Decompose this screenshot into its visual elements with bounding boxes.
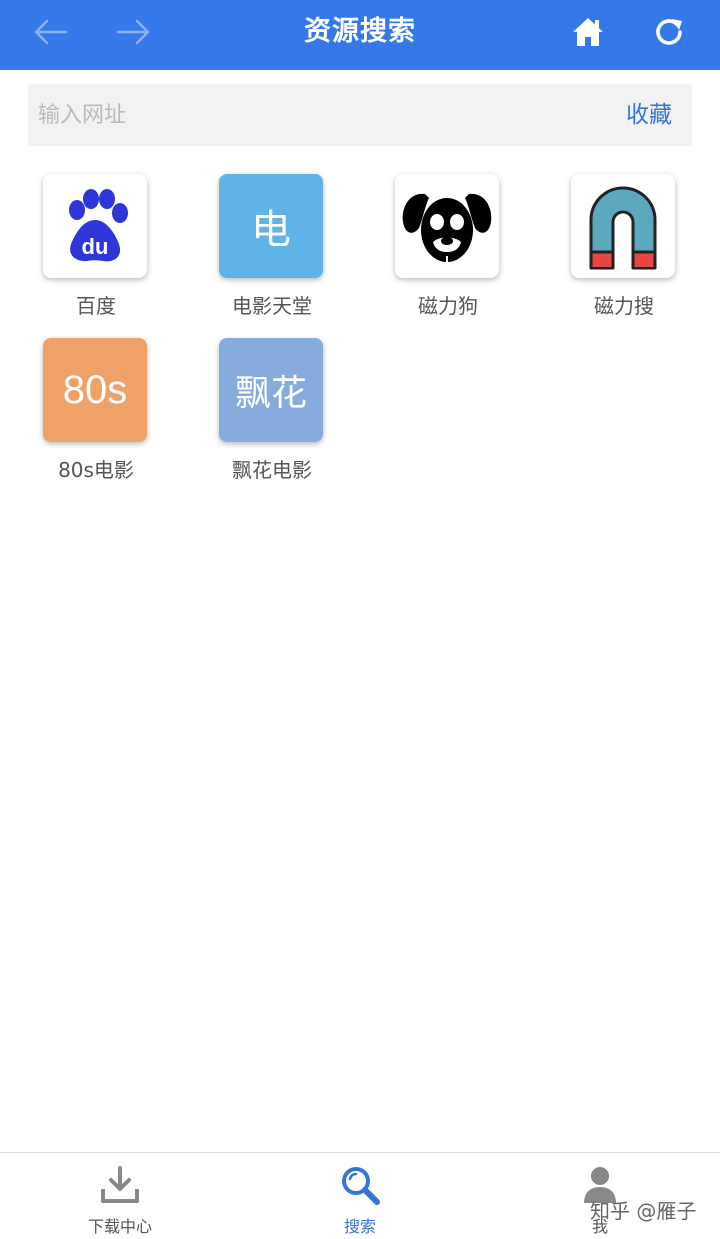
site-label: 磁力搜	[594, 294, 654, 318]
site-icon-text: 80s	[62, 367, 128, 412]
tab-search[interactable]: 搜索	[260, 1153, 460, 1239]
svg-text:du: du	[82, 234, 109, 259]
url-bar: 收藏	[28, 84, 692, 146]
tab-label: 搜索	[343, 1217, 376, 1236]
download-icon	[101, 1166, 139, 1203]
site-icon: du	[43, 174, 147, 278]
home-button[interactable]	[566, 10, 610, 54]
search-icon	[342, 1167, 380, 1205]
site-icon-text: 飘花	[234, 372, 307, 413]
site-icon: 电	[219, 174, 323, 278]
page-title: 资源搜索	[304, 16, 416, 47]
watermark-text: 知乎 @雁子	[590, 1199, 697, 1223]
site-icon-text: 电	[251, 208, 291, 252]
refresh-icon	[656, 19, 682, 45]
url-input[interactable]	[38, 84, 598, 146]
refresh-button[interactable]	[647, 10, 691, 54]
site-label: 飘花电影	[232, 458, 312, 482]
tab-download-center[interactable]: 下载中心	[20, 1153, 220, 1239]
site-label: 电影天堂	[232, 294, 312, 318]
site-icon	[571, 174, 675, 278]
site-label: 磁力狗	[418, 294, 478, 318]
tab-label: 下载中心	[87, 1217, 152, 1236]
home-icon	[573, 18, 603, 46]
site-label: 80s电影	[58, 458, 134, 482]
favorite-button[interactable]: 收藏	[626, 84, 672, 146]
magnet-icon	[589, 186, 657, 270]
baidu-paw-icon: du	[69, 189, 128, 262]
top-navigation-bar: 资源搜索	[0, 0, 720, 70]
site-label: 百度	[76, 294, 116, 318]
site-icon: 飘花	[219, 338, 323, 442]
site-icon: 80s	[43, 338, 147, 442]
dog-face-icon	[402, 193, 492, 264]
site-icon	[395, 174, 499, 278]
